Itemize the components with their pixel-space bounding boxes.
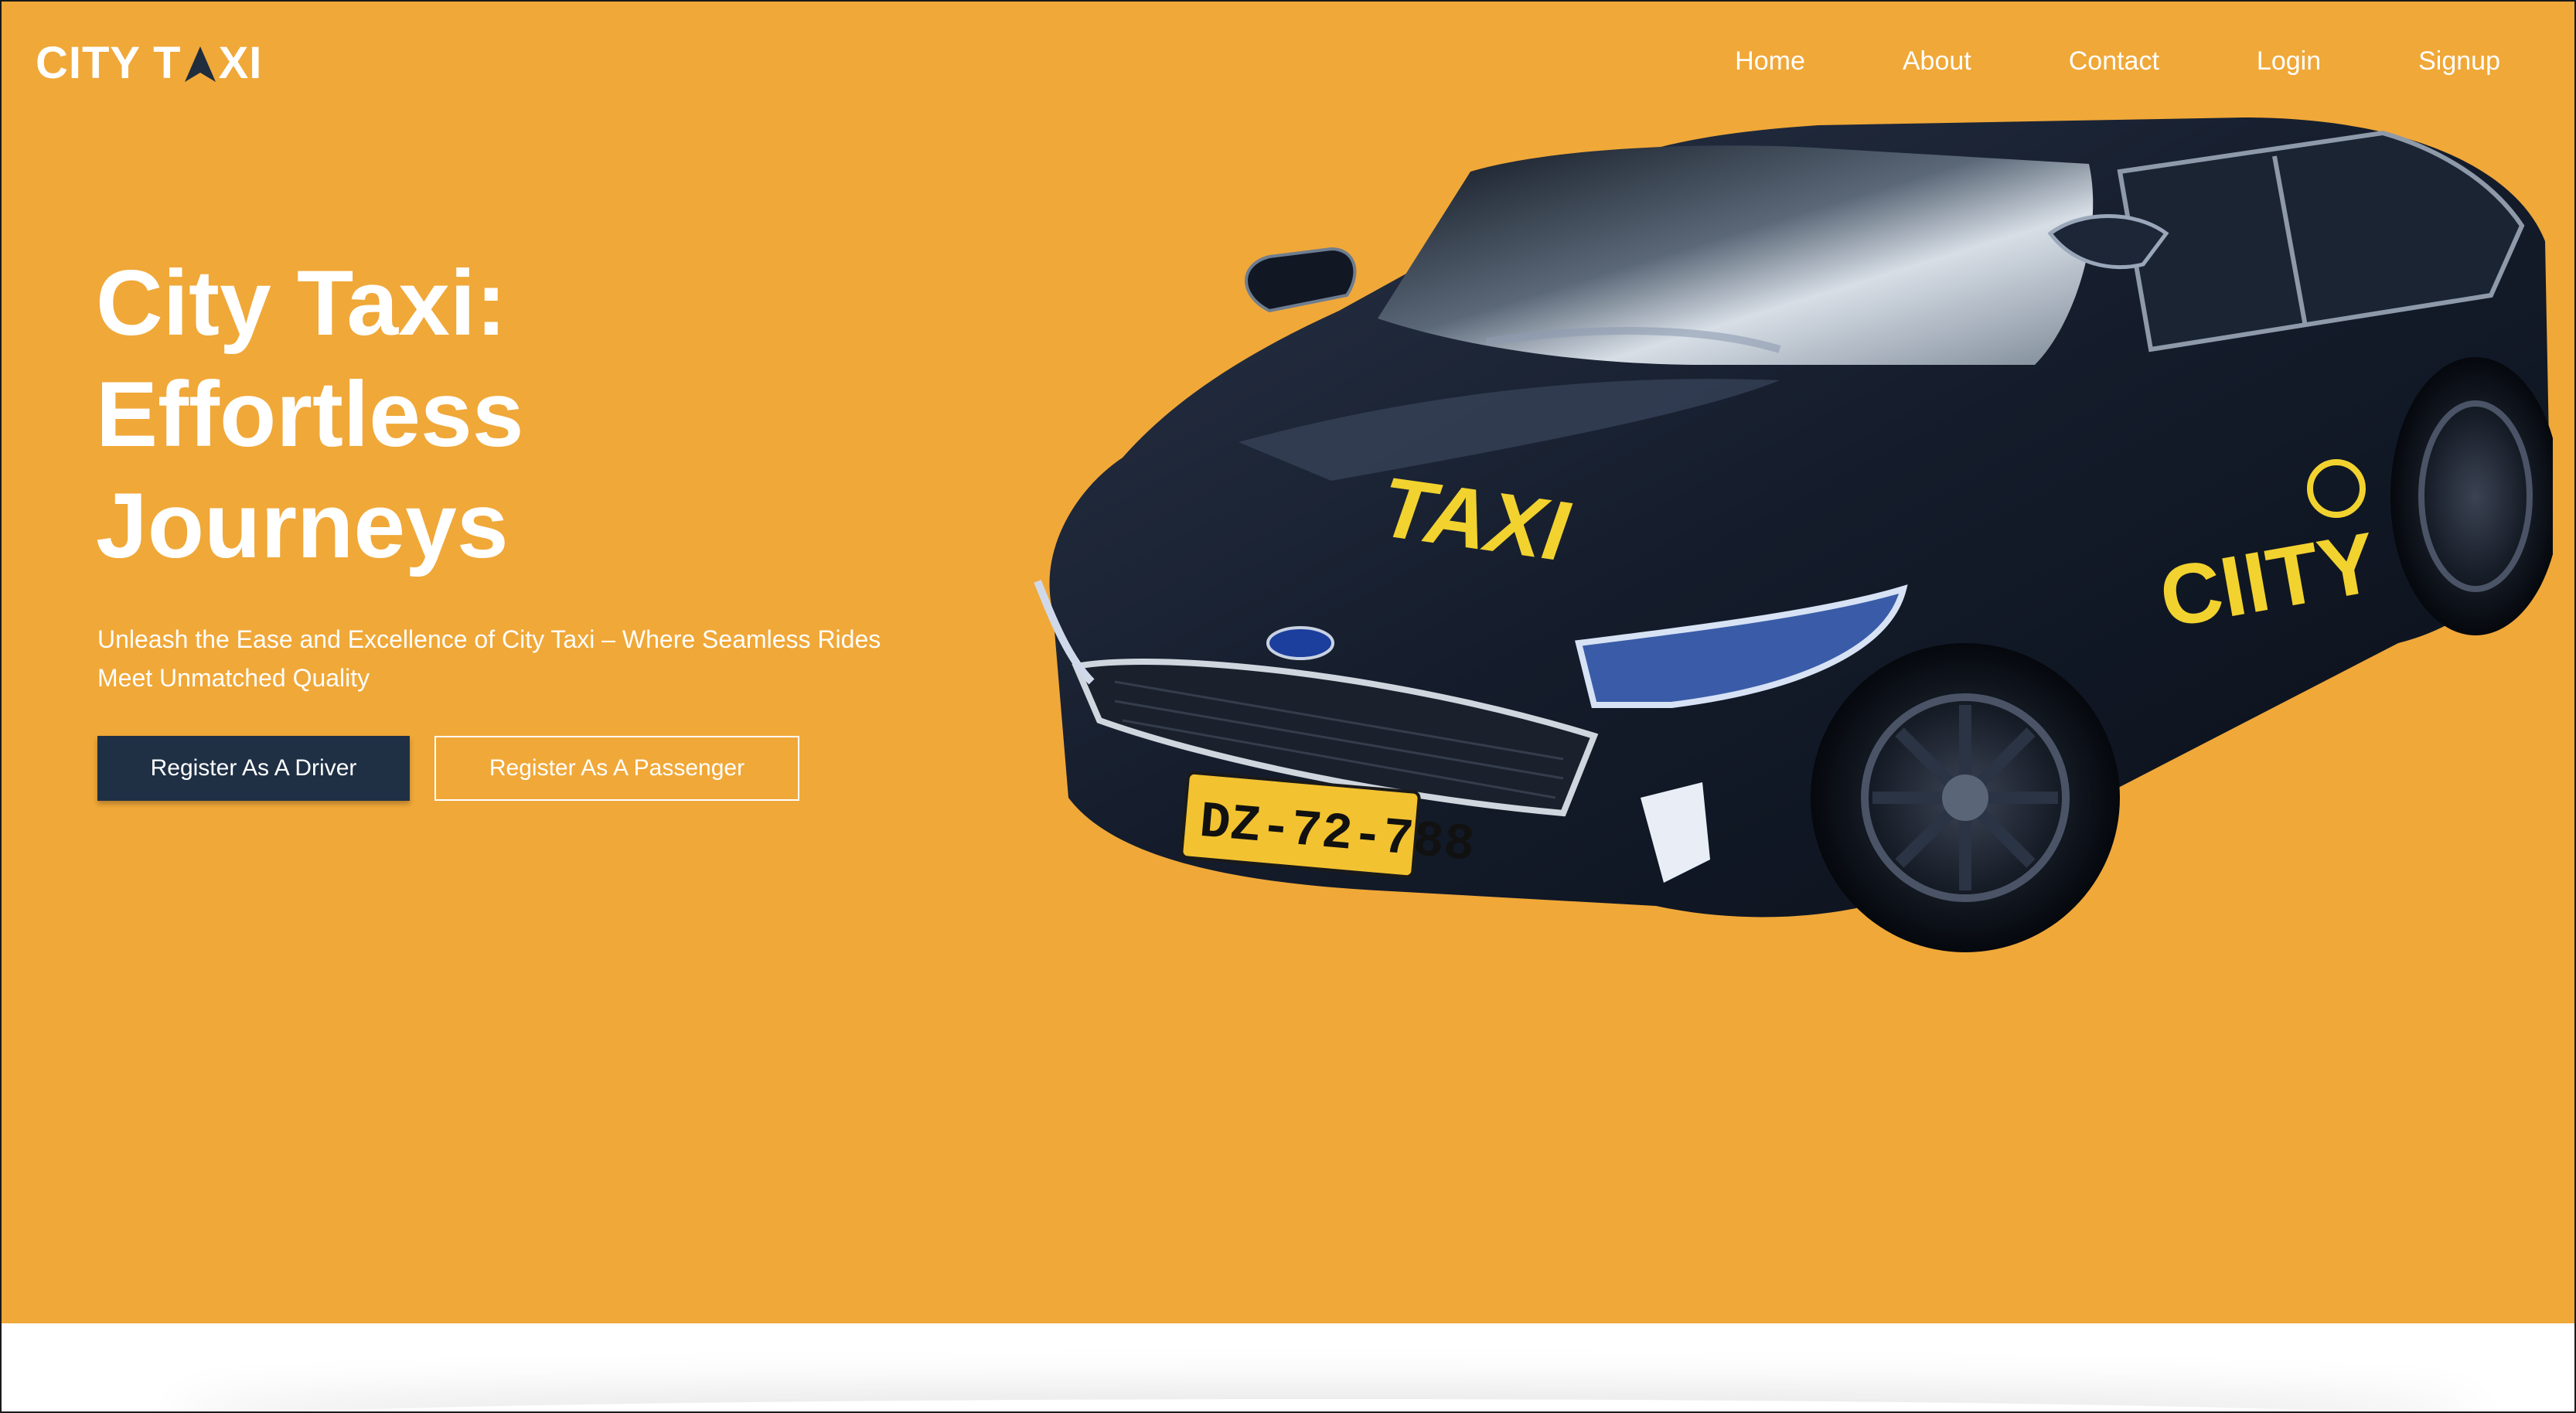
logo-text-start: CITY T (36, 38, 182, 88)
next-section (2, 1323, 2574, 1411)
hero-title-line: City Taxi: (96, 251, 507, 355)
nav-login-link[interactable]: Login (2257, 46, 2321, 77)
nav-about-link[interactable]: About (1903, 46, 1971, 77)
nav-contact-link[interactable]: Contact (2069, 46, 2159, 77)
taxi-car-image: TAXI CIITY DZ-72-788 (1007, 117, 2561, 1022)
hero-title: City Taxi: Effortless Journeys (96, 247, 792, 581)
navbar: CITY T XI Home About Contact Login Signu… (2, 2, 2574, 125)
navigation-arrow-icon (183, 43, 217, 82)
nav-menu: Home About Contact Login Signup (1637, 46, 2500, 77)
hero-section: CITY T XI Home About Contact Login Signu… (2, 2, 2574, 1323)
page: CITY T XI Home About Contact Login Signu… (0, 0, 2576, 1413)
car-windshield (1378, 145, 2094, 365)
nav-home-link[interactable]: Home (1735, 46, 1805, 77)
register-passenger-button[interactable]: Register As A Passenger (434, 736, 799, 801)
hero-title-line: Journeys (96, 474, 509, 577)
hero-title-line: Effortless (96, 363, 524, 466)
hero-subtitle: Unleash the Ease and Excellence of City … (97, 625, 881, 692)
nav-signup-link[interactable]: Signup (2418, 46, 2500, 77)
register-driver-button[interactable]: Register As A Driver (97, 736, 410, 801)
brand-logo[interactable]: CITY T XI (36, 37, 262, 89)
logo-text-end: XI (218, 38, 263, 88)
